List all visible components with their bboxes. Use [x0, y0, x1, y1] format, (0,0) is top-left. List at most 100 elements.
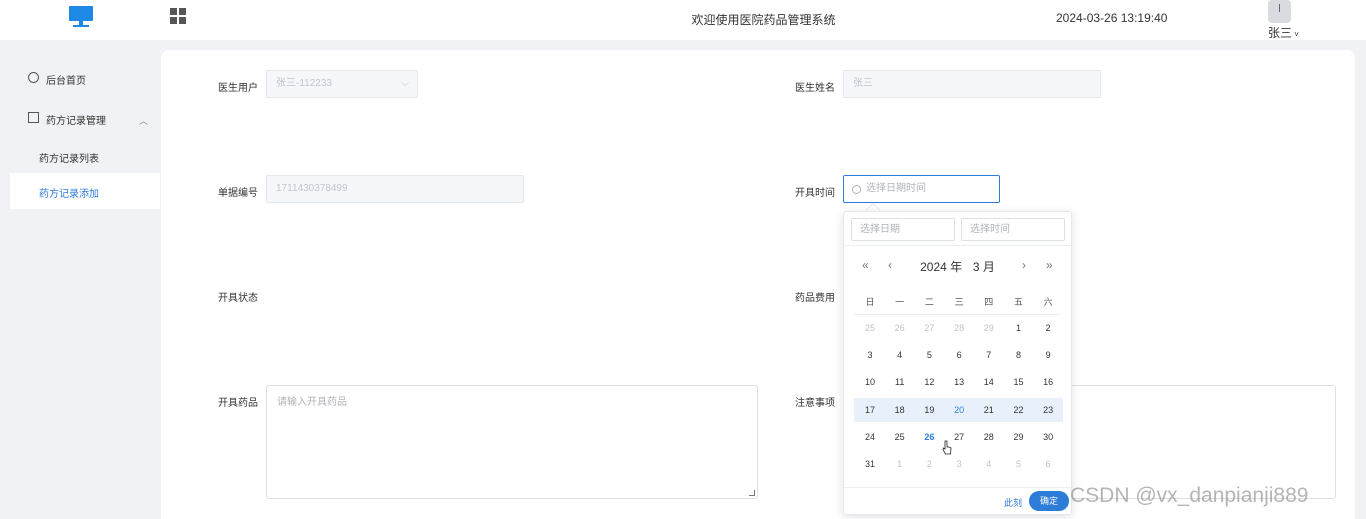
calendar-day[interactable]: 18 [885, 399, 915, 421]
picker-date-input[interactable]: 选择日期 [851, 218, 955, 241]
chevron-down-icon: ˅ [1292, 30, 1299, 39]
sidebar-item-label: 药方记录管理 [46, 116, 106, 127]
weekday-header: 三 [954, 297, 964, 307]
calendar-day[interactable]: 30 [1033, 426, 1063, 448]
calendar-day[interactable]: 29 [1004, 426, 1034, 448]
calendar-day[interactable]: 2 [1033, 317, 1063, 339]
issue-status-label: 开具状态 [218, 293, 258, 304]
top-header: 欢迎使用医院药品管理系统 2024-03-26 13:19:40 张三 ˅ [0, 0, 1366, 40]
doc-no-input[interactable]: 1711430378499 [266, 175, 524, 203]
username-label: 张三 [1268, 26, 1293, 40]
notes-label: 注意事项 [795, 398, 835, 409]
month-title: 2024 年 3 月 [844, 258, 1071, 275]
picker-time-input[interactable]: 选择时间 [961, 218, 1065, 241]
watermark: CSDN @vx_danpianji889 [1070, 484, 1309, 507]
calendar-day-other-month[interactable]: 2 [914, 453, 944, 475]
issue-time-label: 开具时间 [795, 188, 835, 199]
calendar-day[interactable]: 28 [974, 426, 1004, 448]
calendar-day-other-month[interactable]: 28 [944, 317, 974, 339]
calendar-day[interactable]: 6 [944, 344, 974, 366]
sidebar-item-prescription-management[interactable]: 药方记录管理 ︿ [0, 100, 160, 136]
month-label[interactable]: 3 月 [973, 260, 995, 274]
drug-fee-label: 药品费用 [795, 293, 835, 304]
calendar-day-other-month[interactable]: 5 [1004, 453, 1034, 475]
calendar-day-other-month[interactable]: 6 [1033, 453, 1063, 475]
user-menu[interactable]: 张三 ˅ [1268, 24, 1299, 41]
sidebar-item-label: 药方记录添加 [39, 189, 99, 200]
calendar-day-other-month[interactable]: 1 [885, 453, 915, 475]
pie-chart-icon [28, 72, 39, 83]
calendar-day-other-month[interactable]: 4 [974, 453, 1004, 475]
year-label[interactable]: 2024 年 [920, 260, 962, 274]
doctor-user-select[interactable]: 张三-112233 ⌵ [266, 70, 418, 98]
calendar-day-other-month[interactable]: 27 [914, 317, 944, 339]
calendar-day[interactable]: 31 [855, 453, 885, 475]
calendar-day-other-month[interactable]: 3 [944, 453, 974, 475]
calendar-day[interactable]: 1 [1004, 317, 1034, 339]
drugs-label: 开具药品 [218, 398, 258, 409]
calendar-day[interactable]: 10 [855, 371, 885, 393]
calendar-day[interactable]: 7 [974, 344, 1004, 366]
calendar-day[interactable]: 8 [1004, 344, 1034, 366]
calendar-day[interactable]: 24 [855, 426, 885, 448]
calendar-day[interactable]: 19 [914, 399, 944, 421]
avatar[interactable] [1268, 0, 1291, 23]
calendar-day[interactable]: 16 [1033, 371, 1063, 393]
calendar-day[interactable]: 26 [914, 426, 944, 448]
calendar-day[interactable]: 5 [914, 344, 944, 366]
clock-icon [852, 185, 861, 194]
calendar-day[interactable]: 15 [1004, 371, 1034, 393]
weekday-header: 一 [895, 297, 905, 307]
now-button[interactable]: 此刻 [1004, 496, 1022, 509]
next-month-icon[interactable]: › [1022, 258, 1026, 272]
hand-cursor-icon [942, 440, 952, 455]
drugs-placeholder: 请输入开具药品 [277, 397, 347, 408]
sidebar-item-label: 后台首页 [46, 76, 86, 87]
divider [844, 245, 1071, 246]
notes-textarea[interactable] [1060, 385, 1336, 499]
calendar-day[interactable]: 4 [885, 344, 915, 366]
chevron-down-icon: ⌵ [401, 78, 409, 89]
calendar-day-other-month[interactable]: 26 [885, 317, 915, 339]
divider [854, 314, 1061, 315]
weekday-header: 四 [984, 297, 994, 307]
calendar-day[interactable]: 22 [1004, 399, 1034, 421]
calendar-day[interactable]: 13 [944, 371, 974, 393]
calendar-day[interactable]: 20 [944, 399, 974, 421]
confirm-button[interactable]: 确定 [1029, 491, 1069, 511]
calendar-day[interactable]: 21 [974, 399, 1004, 421]
sidebar: 后台首页 药方记录管理 ︿ 药方记录列表 药方记录添加 [0, 40, 160, 519]
divider [844, 487, 1071, 488]
weekday-header: 六 [1043, 297, 1053, 307]
drugs-textarea[interactable]: 请输入开具药品 [266, 385, 758, 499]
calendar-day[interactable]: 3 [855, 344, 885, 366]
calendar-day-other-month[interactable]: 25 [855, 317, 885, 339]
calendar-day[interactable]: 12 [914, 371, 944, 393]
calendar-day[interactable]: 25 [885, 426, 915, 448]
calendar-day[interactable]: 11 [885, 371, 915, 393]
weekday-header: 二 [924, 297, 934, 307]
issue-time-placeholder: 选择日期时间 [866, 183, 926, 194]
sidebar-item-prescription-list[interactable]: 药方记录列表 [10, 138, 160, 174]
doctor-name-input[interactable]: 张三 [843, 70, 1101, 98]
weekday-header: 五 [1013, 297, 1023, 307]
issue-time-input[interactable]: 选择日期时间 [843, 175, 1000, 203]
sidebar-item-label: 药方记录列表 [39, 154, 99, 165]
doctor-name-label: 医生姓名 [795, 83, 835, 94]
resize-handle-icon[interactable] [749, 490, 755, 496]
next-year-icon[interactable]: » [1046, 258, 1053, 272]
calendar-day[interactable]: 14 [974, 371, 1004, 393]
chevron-up-icon: ︿ [139, 116, 149, 126]
calendar-day[interactable]: 17 [855, 399, 885, 421]
doctor-user-label: 医生用户 [218, 83, 258, 94]
doc-no-label: 单据编号 [218, 188, 258, 199]
calendar-day[interactable]: 9 [1033, 344, 1063, 366]
sidebar-item-home[interactable]: 后台首页 [0, 60, 160, 96]
calendar-day-other-month[interactable]: 29 [974, 317, 1004, 339]
calendar-day[interactable]: 23 [1033, 399, 1063, 421]
weekday-header: 日 [865, 297, 875, 307]
doctor-user-value: 张三-112233 [276, 78, 332, 89]
sidebar-item-prescription-add[interactable]: 药方记录添加 [10, 173, 160, 209]
datetime-picker-panel: 选择日期 选择时间 « ‹ 2024 年 3 月 › » 日一二三四五六 25 2… [843, 211, 1072, 515]
current-datetime: 2024-03-26 13:19:40 [1056, 11, 1168, 25]
